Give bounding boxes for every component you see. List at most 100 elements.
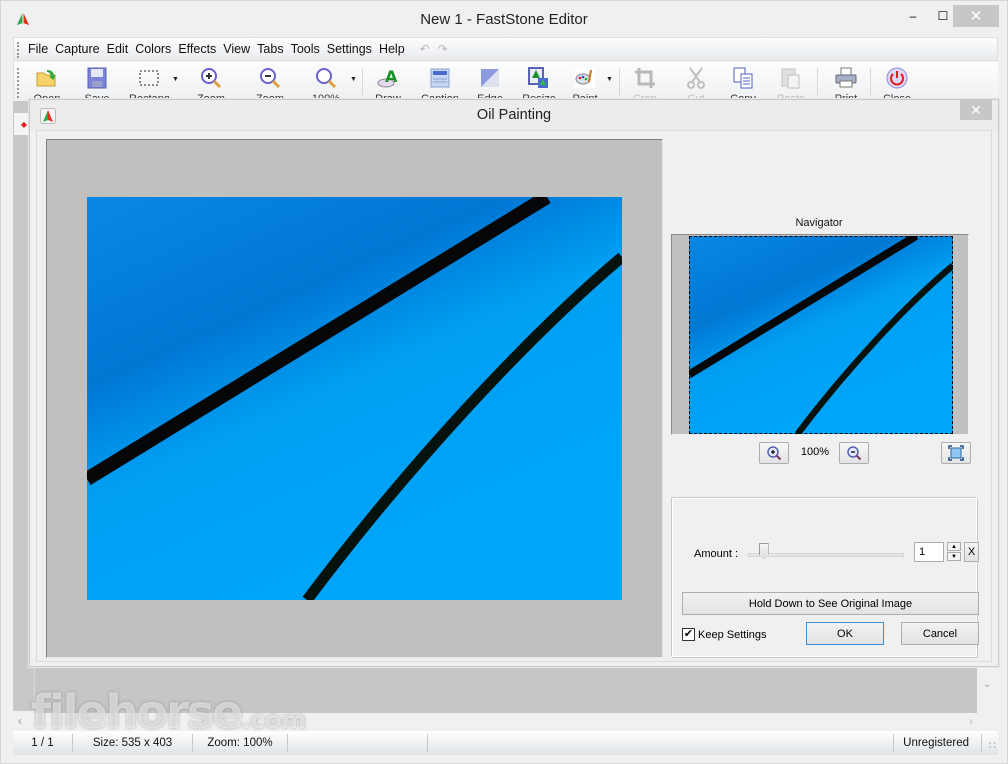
menu-capture[interactable]: Capture [55, 42, 99, 56]
zoom-out-button[interactable] [255, 66, 285, 96]
menu-grip[interactable] [17, 42, 19, 58]
zoom-out-icon [260, 68, 281, 89]
rectangle-select-icon [139, 70, 159, 86]
dialog-title-bar[interactable]: Oil Painting ✕ [30, 100, 998, 130]
menu-settings[interactable]: Settings [327, 42, 372, 56]
amount-spin-up[interactable]: ▲ [947, 542, 961, 551]
menu-effects[interactable]: Effects [178, 42, 216, 56]
print-icon [835, 67, 857, 88]
preview-image[interactable] [87, 197, 622, 600]
scroll-right-icon[interactable]: › [969, 714, 973, 728]
draw-button[interactable]: A [373, 66, 403, 96]
amount-input[interactable] [914, 542, 944, 562]
amount-label: Amount : [694, 548, 739, 560]
open-folder-icon [36, 70, 56, 87]
tab-marker-icon: ◆ [20, 119, 28, 129]
cancel-button[interactable]: Cancel [901, 622, 979, 645]
svg-text:A: A [385, 67, 398, 86]
close-window-button[interactable]: ✕ [953, 5, 999, 27]
amount-slider-track[interactable] [748, 553, 904, 557]
status-page: 1 / 1 [13, 734, 73, 752]
paint-icon [575, 68, 595, 88]
preview-panel [46, 139, 663, 658]
undo-icon[interactable]: ↶ [420, 42, 430, 56]
dialog-close-button[interactable]: ✕ [960, 100, 992, 120]
toolbar-separator [870, 68, 871, 96]
crop-button[interactable] [630, 66, 660, 96]
caption-icon [430, 68, 450, 88]
paint-button[interactable] [570, 66, 600, 96]
menu-tools[interactable]: Tools [291, 42, 320, 56]
dialog-title: Oil Painting [476, 107, 552, 123]
navigator-panel[interactable] [671, 234, 969, 435]
draw-icon: A [377, 67, 398, 88]
paste-button[interactable] [776, 66, 806, 96]
resize-button[interactable] [524, 66, 554, 96]
navigator-zoom-level: 100% [800, 446, 830, 458]
zoom-out-icon [847, 446, 862, 461]
menu-edit[interactable]: Edit [107, 42, 129, 56]
save-as-icon [87, 67, 107, 89]
menu-help[interactable]: Help [379, 42, 405, 56]
caption-button[interactable] [425, 66, 455, 96]
toolbar-separator [362, 68, 363, 96]
keep-settings-row[interactable]: ✔ Keep Settings [682, 628, 767, 641]
amount-reset-button[interactable]: X [964, 542, 979, 562]
copy-button[interactable] [728, 66, 758, 96]
navigator-title: Navigator [795, 217, 843, 229]
hold-original-button[interactable]: Hold Down to See Original Image [682, 592, 979, 615]
title-bar: New 1 - FastStone Editor – ☐ ✕ [1, 1, 1007, 37]
window-title: New 1 - FastStone Editor [420, 11, 588, 28]
status-empty-cell [428, 734, 894, 752]
resize-icon [528, 67, 548, 88]
copy-icon [733, 67, 753, 89]
zoom-100-icon [316, 68, 337, 89]
close-power-icon [886, 67, 908, 89]
amount-spin-down[interactable]: ▼ [947, 552, 961, 561]
zoom-in-button[interactable] [196, 66, 226, 96]
paint-dropdown-icon[interactable]: ▼ [606, 76, 613, 83]
edge-button[interactable] [475, 66, 505, 96]
rectangle-select-button[interactable] [134, 66, 164, 96]
keep-settings-label[interactable]: Keep Settings [698, 629, 767, 641]
status-bar: 1 / 1 Size: 535 x 403 Zoom: 100% Unregis… [13, 731, 998, 755]
oil-painting-dialog: Oil Painting ✕ Navigator 100% Amount: 1… [29, 99, 999, 667]
ok-button[interactable]: OK [806, 622, 884, 645]
status-registration: Unregistered [894, 734, 982, 752]
close-image-button[interactable] [882, 66, 912, 96]
menu-view[interactable]: View [223, 42, 250, 56]
horizontal-scrollbar[interactable]: ‹ › [13, 713, 977, 731]
rectangle-dropdown-icon[interactable]: ▼ [172, 76, 179, 83]
zoom-dropdown-icon[interactable]: ▼ [350, 76, 357, 83]
menu-colors[interactable]: Colors [135, 42, 171, 56]
scroll-down-icon[interactable]: ⌄ [983, 679, 991, 690]
navigator-zoom-out-button[interactable] [839, 442, 869, 464]
app-window: New 1 - FastStone Editor – ☐ ✕ File Capt… [0, 0, 1008, 764]
scroll-left-icon[interactable]: ‹ [18, 714, 22, 728]
zoom-in-icon [767, 446, 782, 461]
crop-icon [635, 68, 655, 88]
save-as-button[interactable] [82, 66, 112, 96]
preview-image-graphic [87, 197, 622, 600]
menu-file[interactable]: File [28, 42, 48, 56]
toolbar-separator [817, 68, 818, 96]
resize-grip-icon[interactable] [982, 734, 998, 752]
minimize-button[interactable]: – [899, 5, 927, 27]
zoom-100-button[interactable] [311, 66, 341, 96]
status-size: Size: 535 x 403 [73, 734, 193, 752]
print-button[interactable] [831, 66, 861, 96]
toolbar: Open Save As ▼ Rectangle Zoom In Zoom Ou… [13, 62, 998, 100]
cut-icon [687, 67, 705, 89]
open-button[interactable] [32, 66, 62, 96]
keep-settings-checkbox[interactable]: ✔ [682, 628, 695, 641]
menu-tabs[interactable]: Tabs [257, 42, 283, 56]
fit-to-window-icon [948, 445, 964, 461]
navigator-zoom-in-button[interactable] [759, 442, 789, 464]
toolbar-grip[interactable] [17, 68, 19, 98]
redo-icon[interactable]: ↷ [438, 42, 448, 56]
navigator-fit-button[interactable] [941, 442, 971, 464]
navigator-viewport-rect[interactable] [689, 236, 953, 434]
paste-icon [781, 68, 800, 89]
settings-panel: Amount : ▲ ▼ X Hold Down to See Original… [671, 497, 979, 657]
cut-button[interactable] [681, 66, 711, 96]
